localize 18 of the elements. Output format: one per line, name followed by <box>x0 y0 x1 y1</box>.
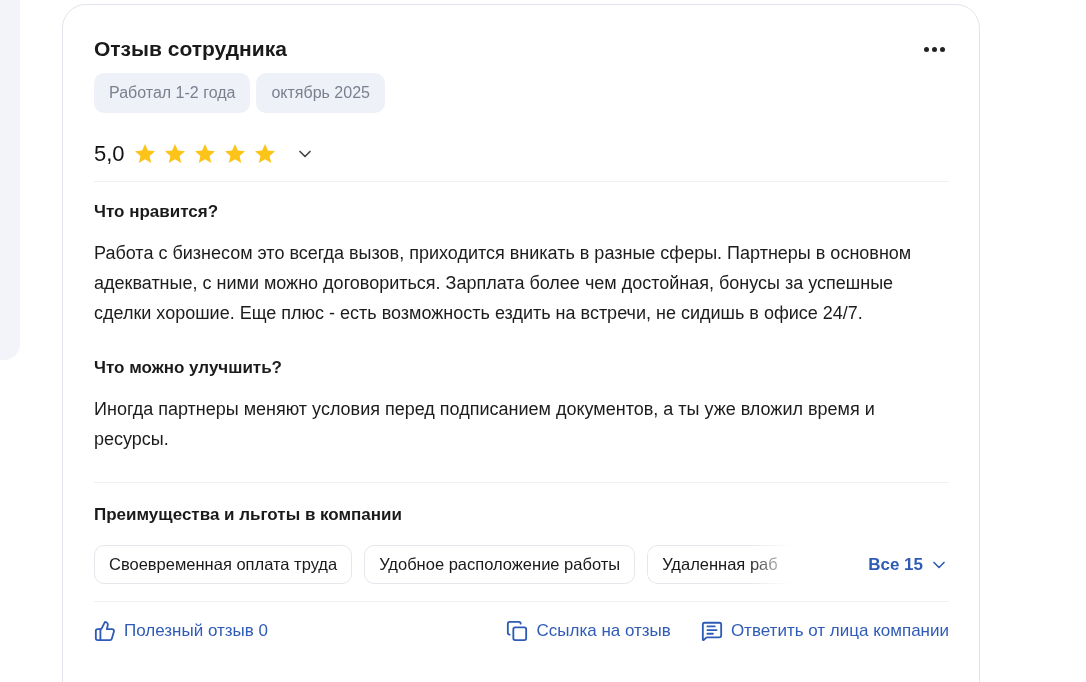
section-heading: Что можно улучшить? <box>94 358 283 378</box>
thumbs-up-icon <box>94 620 116 642</box>
benefit-chip: Своевременная оплата труда <box>94 545 353 584</box>
reply-link[interactable]: Ответить от лица компании <box>700 620 949 642</box>
info-tag: октябрь 2025 <box>256 73 385 113</box>
copy-icon <box>506 620 529 642</box>
section-text: Иногда партнеры меняют условия перед подписанием документов, а ты уже вложил время и ресурсы. <box>94 398 876 451</box>
info-tag: Работал 1-2 года <box>94 73 251 113</box>
benefit-chip: Удобное расположение работы <box>364 545 636 584</box>
benefits-heading: Преимущества и льготы в компании <box>94 505 403 525</box>
section-text: Работа с бизнесом это всегда вызов, приходится вникать в разные сферы. Партнеры в основном адекватные, с ними можно договориться. Зарплата более чем достойная, бонусы за успешные сделки хорошие. Еще плюс - есть возможность ездить на встречи, не сидишь в офисе 24/7. <box>94 242 913 325</box>
like-link[interactable]: Полезный отзыв 0 <box>94 620 268 642</box>
rating-score: 5,0 <box>94 141 125 167</box>
link-link[interactable]: Ссылка на отзыв <box>506 620 671 642</box>
show-all-button[interactable]: Все 15 <box>868 554 949 575</box>
section-heading: Что нравится? <box>94 202 220 222</box>
message-icon <box>700 620 723 642</box>
review-title: Отзыв сотрудника <box>94 37 287 61</box>
